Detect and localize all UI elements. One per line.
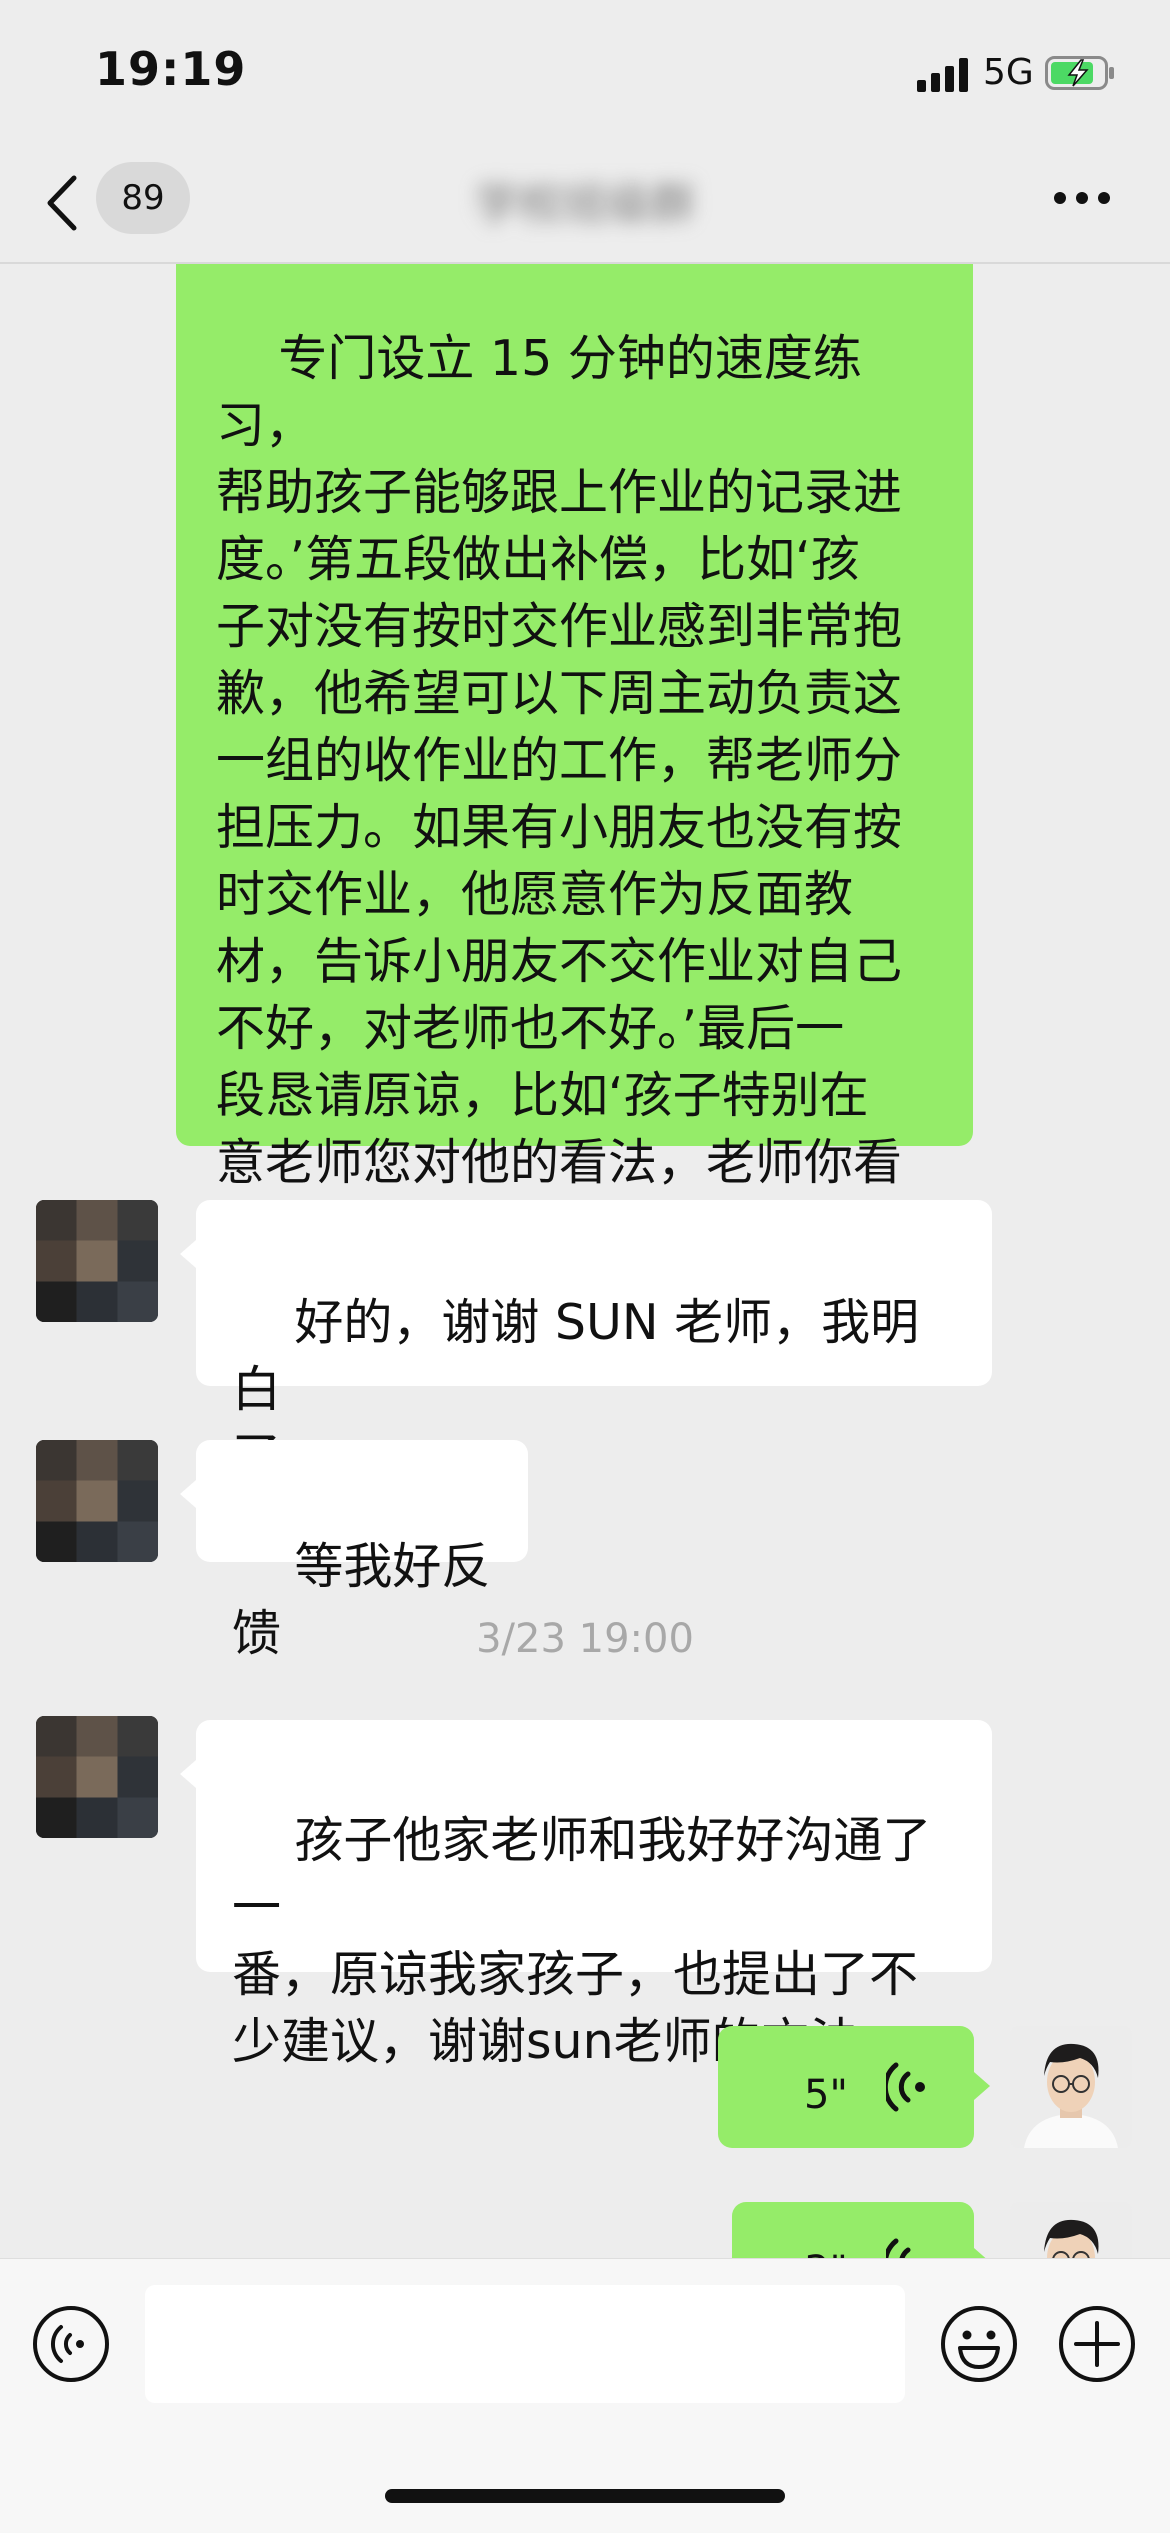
message-input[interactable] [145, 2285, 905, 2403]
chat-title: 学校班级群 [475, 179, 695, 230]
voice-message-bubble[interactable]: 5" [718, 2026, 990, 2148]
message-bubble-received[interactable]: 等我好反馈 [180, 1440, 528, 1662]
signal-icon [917, 58, 968, 92]
avatar[interactable] [36, 1716, 158, 1838]
my-avatar[interactable] [1010, 2202, 1132, 2258]
status-time: 19:19 [95, 42, 247, 96]
timestamp: 3/23 19:00 [476, 1616, 694, 1662]
voice-wave-icon [886, 2062, 925, 2112]
voice-duration: 3" [804, 2238, 848, 2258]
home-indicator[interactable] [385, 2489, 785, 2503]
my-avatar[interactable] [1010, 2026, 1132, 2148]
message-bubble-received[interactable]: 孩子他家老师和我好好沟通了一 番，原谅我家孩子，也提出了不 少建议，谢谢sun老… [180, 1720, 992, 2070]
network-label: 5G [983, 52, 1034, 93]
avatar[interactable] [36, 1440, 158, 1562]
message-bubble-received[interactable]: 好的，谢谢 SUN 老师，我明白 了。 [180, 1200, 992, 1485]
emoji-icon[interactable] [940, 2305, 1018, 2383]
battery-charging-icon [1045, 56, 1114, 90]
nav-bar: 89 学校班级群 [0, 150, 1170, 264]
voice-duration: 5" [804, 2072, 848, 2118]
plus-icon[interactable] [1058, 2305, 1136, 2383]
input-bar [0, 2258, 1170, 2533]
message-text: 专门设立 15 分钟的速度练习， 帮助孩子能够跟上作业的记录进 度。’第五段做出… [216, 330, 903, 1258]
more-dots-icon[interactable] [1052, 188, 1112, 208]
message-bubble-sent[interactable]: 专门设立 15 分钟的速度练习， 帮助孩子能够跟上作业的记录进 度。’第五段做出… [176, 262, 973, 1258]
voice-input-icon[interactable] [32, 2305, 110, 2383]
unread-count-badge[interactable]: 89 [96, 162, 190, 234]
voice-message-bubble[interactable]: 3" [732, 2202, 990, 2258]
chat-area[interactable]: 专门设立 15 分钟的速度练习， 帮助孩子能够跟上作业的记录进 度。’第五段做出… [0, 262, 1170, 2258]
avatar[interactable] [36, 1200, 158, 1322]
back-chevron-icon[interactable] [42, 172, 82, 234]
status-bar: 19:19 5G [0, 0, 1170, 150]
voice-wave-icon [886, 2238, 911, 2258]
